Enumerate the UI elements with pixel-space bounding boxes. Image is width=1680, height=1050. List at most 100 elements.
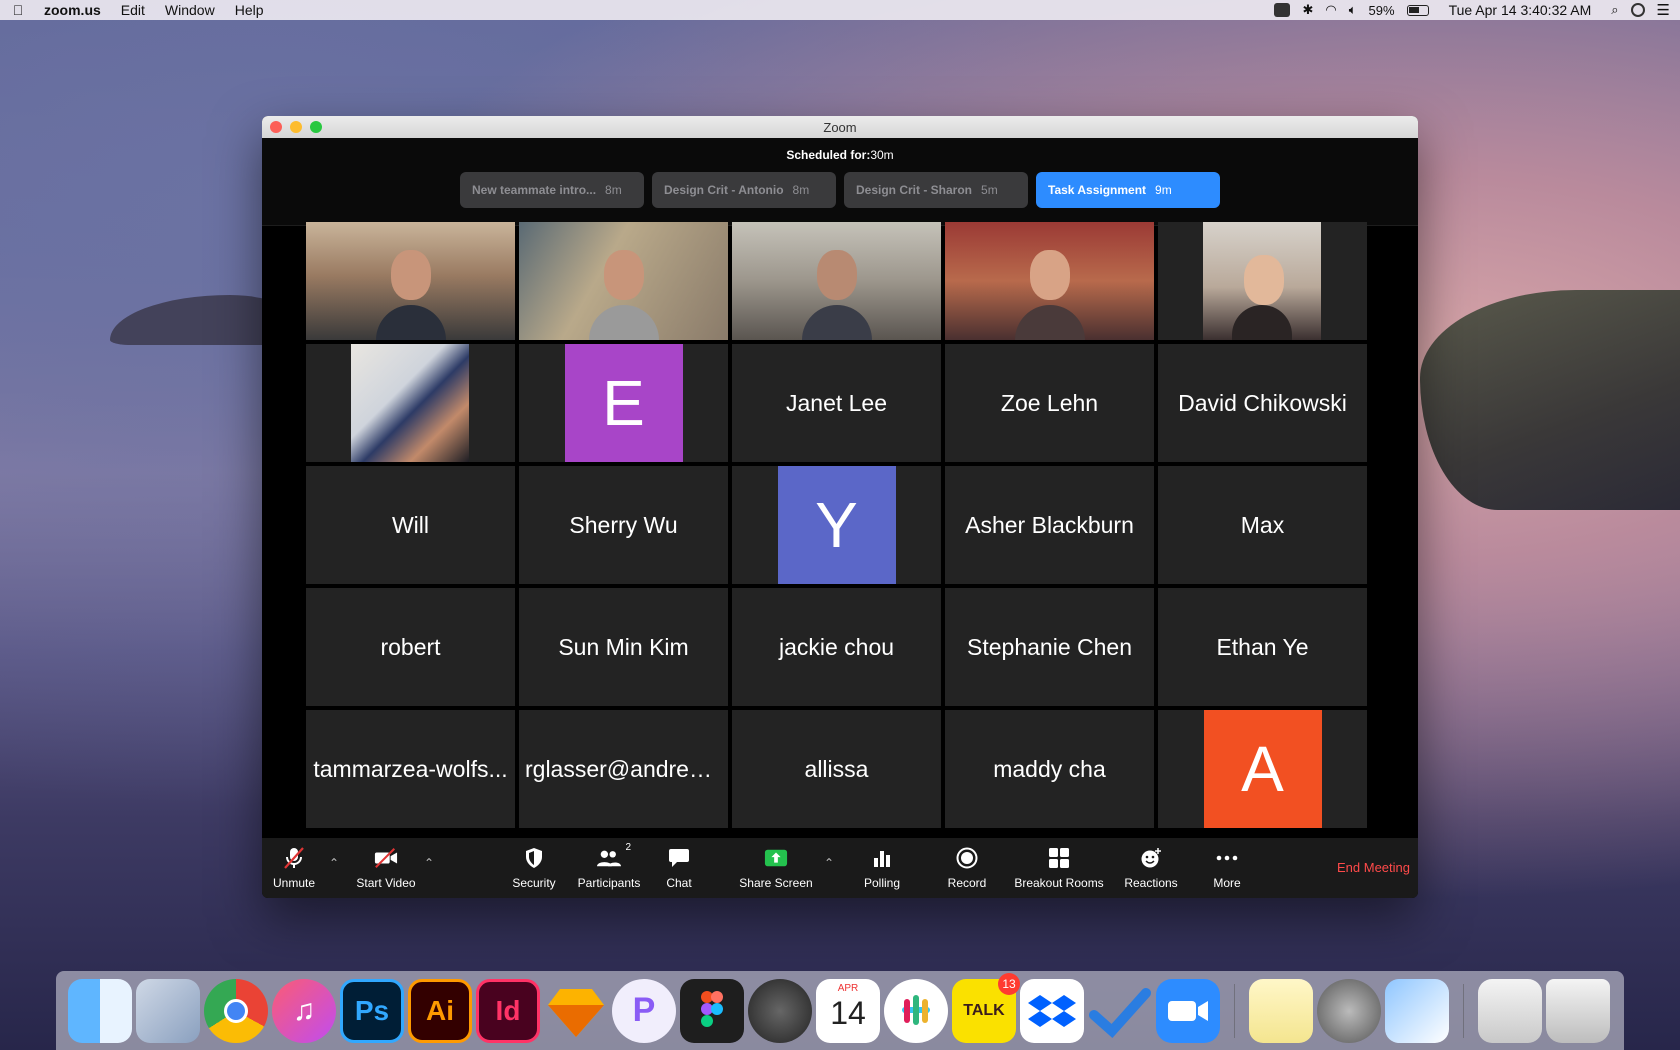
figma-icon[interactable] bbox=[680, 978, 744, 1043]
participant-name: Will bbox=[391, 511, 430, 538]
record-button[interactable]: Record bbox=[947, 838, 987, 898]
participant-tile[interactable]: E bbox=[519, 344, 728, 462]
participant-avatar: E bbox=[564, 344, 683, 462]
things-checkmark-icon[interactable] bbox=[1088, 979, 1152, 1043]
battery-percent: 59% bbox=[1368, 2, 1395, 18]
chrome-icon[interactable] bbox=[204, 978, 268, 1043]
bluetooth-icon[interactable]: ✱ bbox=[1302, 2, 1313, 18]
participant-tile[interactable]: Zoe Lehn bbox=[945, 344, 1154, 462]
scheduled-value: 30m bbox=[870, 148, 894, 162]
battery-icon[interactable] bbox=[1406, 4, 1429, 16]
spotlight-search-icon[interactable]: ⌕ bbox=[1611, 2, 1618, 18]
start-video-button[interactable]: Start Video bbox=[350, 838, 422, 898]
participant-video-tile[interactable] bbox=[1158, 222, 1367, 340]
participant-name: Stephanie Chen bbox=[967, 633, 1132, 660]
security-button[interactable]: Security bbox=[507, 838, 561, 898]
slack-icon[interactable] bbox=[884, 978, 948, 1043]
itunes-icon[interactable]: ♫ bbox=[272, 978, 336, 1043]
trash-icon[interactable] bbox=[1546, 978, 1610, 1043]
participant-tile[interactable]: rglasser@andrew... bbox=[519, 710, 728, 828]
meeting-agenda: Scheduled for:30m New teammate intro... … bbox=[262, 138, 1418, 226]
participant-tile[interactable]: David Chikowski bbox=[1158, 344, 1367, 462]
more-button[interactable]: More bbox=[1210, 838, 1244, 898]
kakaotalk-icon[interactable]: TALK 13 bbox=[952, 972, 1020, 1043]
participant-profile-picture bbox=[351, 344, 469, 462]
agenda-item[interactable]: New teammate intro... 8m bbox=[460, 172, 644, 208]
notification-center-icon[interactable]: ☰ bbox=[1657, 1, 1670, 19]
sketch-icon[interactable] bbox=[544, 979, 608, 1043]
participant-tile[interactable]: Ethan Ye bbox=[1158, 588, 1367, 706]
participant-figure bbox=[588, 245, 659, 340]
siri-icon[interactable] bbox=[1630, 3, 1645, 17]
share-screen-button[interactable]: Share Screen bbox=[738, 838, 814, 898]
participant-tile[interactable]: allissa bbox=[732, 710, 941, 828]
participant-tile[interactable]: Y bbox=[732, 466, 941, 584]
notes-icon[interactable] bbox=[1249, 978, 1313, 1043]
window-titlebar[interactable]: Zoom bbox=[262, 116, 1418, 138]
photoshop-icon[interactable]: Ps bbox=[340, 978, 404, 1043]
zoom-app-icon[interactable] bbox=[1156, 978, 1220, 1043]
share-screen-icon bbox=[764, 846, 788, 870]
mail-icon[interactable] bbox=[136, 978, 200, 1043]
participant-tile[interactable]: maddy cha bbox=[945, 710, 1154, 828]
minimize-window-button[interactable] bbox=[290, 121, 302, 133]
system-preferences-gear-icon[interactable] bbox=[1317, 978, 1381, 1043]
agenda-item-active[interactable]: Task Assignment 9m bbox=[1036, 172, 1220, 208]
chat-button[interactable]: Chat bbox=[662, 838, 696, 898]
zoom-status-icon[interactable] bbox=[1274, 3, 1291, 17]
participant-tile[interactable]: Stephanie Chen bbox=[945, 588, 1154, 706]
breakout-rooms-button[interactable]: Breakout Rooms bbox=[1014, 838, 1104, 898]
participant-video-tile[interactable] bbox=[945, 222, 1154, 340]
participant-tile[interactable]: Asher Blackburn bbox=[945, 466, 1154, 584]
downloads-stack-icon[interactable] bbox=[1478, 978, 1542, 1043]
apple-logo-icon[interactable]:  bbox=[10, 2, 26, 18]
participant-tile[interactable]: tammarzea-wolfs... bbox=[306, 710, 515, 828]
end-meeting-button[interactable]: End Meeting bbox=[1337, 860, 1410, 875]
gallery-view: E Janet Lee Zoe Lehn David Chikowski Wil… bbox=[306, 222, 1367, 828]
reactions-button[interactable]: Reactions bbox=[1123, 838, 1179, 898]
finder-icon[interactable] bbox=[68, 978, 132, 1043]
menu-app-name[interactable]: zoom.us bbox=[44, 2, 101, 18]
participant-tile[interactable]: Will bbox=[306, 466, 515, 584]
unmute-button[interactable]: Unmute bbox=[272, 838, 316, 898]
instruments-icon[interactable] bbox=[748, 978, 812, 1043]
maximize-window-button[interactable] bbox=[310, 121, 322, 133]
indesign-icon[interactable]: Id bbox=[476, 978, 540, 1043]
close-window-button[interactable] bbox=[270, 121, 282, 133]
participant-video-tile[interactable] bbox=[306, 222, 515, 340]
dropbox-icon[interactable] bbox=[1020, 978, 1084, 1043]
share-screen-label: Share Screen bbox=[739, 876, 813, 890]
participant-tile[interactable]: Sherry Wu bbox=[519, 466, 728, 584]
participant-tile[interactable]: Janet Lee bbox=[732, 344, 941, 462]
participant-tile[interactable]: Sun Min Kim bbox=[519, 588, 728, 706]
illustrator-icon[interactable]: Ai bbox=[408, 978, 472, 1043]
menu-help[interactable]: Help bbox=[235, 2, 264, 18]
preview-icon[interactable] bbox=[1385, 978, 1449, 1043]
clock[interactable]: Tue Apr 14 3:40:32 AM bbox=[1449, 2, 1592, 18]
participant-video-tile[interactable] bbox=[732, 222, 941, 340]
chat-label: Chat bbox=[666, 876, 692, 890]
microphone-muted-icon bbox=[282, 846, 306, 870]
participant-tile[interactable]: jackie chou bbox=[732, 588, 941, 706]
participant-figure bbox=[375, 245, 446, 340]
calendar-icon[interactable]: APR 14 bbox=[816, 978, 880, 1043]
video-options-chevron-icon[interactable]: ⌃ bbox=[424, 856, 434, 870]
share-options-chevron-icon[interactable]: ⌃ bbox=[824, 856, 834, 870]
audio-options-chevron-icon[interactable]: ⌃ bbox=[329, 856, 339, 870]
participant-tile[interactable]: Max bbox=[1158, 466, 1367, 584]
pastebot-icon[interactable]: P bbox=[612, 978, 676, 1043]
agenda-item[interactable]: Design Crit - Antonio 8m bbox=[652, 172, 836, 208]
polling-button[interactable]: Polling bbox=[862, 838, 902, 898]
menu-edit[interactable]: Edit bbox=[121, 2, 145, 18]
participant-video-tile[interactable] bbox=[519, 222, 728, 340]
participant-tile[interactable]: A bbox=[1158, 710, 1367, 828]
agenda-item-duration: 9m bbox=[1155, 183, 1172, 197]
participants-button[interactable]: 2 Participants bbox=[574, 838, 644, 898]
wifi-icon[interactable]: ◠ bbox=[1325, 2, 1336, 18]
menu-window[interactable]: Window bbox=[165, 2, 215, 18]
agenda-item[interactable]: Design Crit - Sharon 5m bbox=[844, 172, 1028, 208]
participant-name: rglasser@andrew... bbox=[525, 755, 724, 782]
volume-icon[interactable]: 🔈︎ bbox=[1349, 2, 1357, 18]
participant-tile[interactable] bbox=[306, 344, 515, 462]
participant-tile[interactable]: robert bbox=[306, 588, 515, 706]
